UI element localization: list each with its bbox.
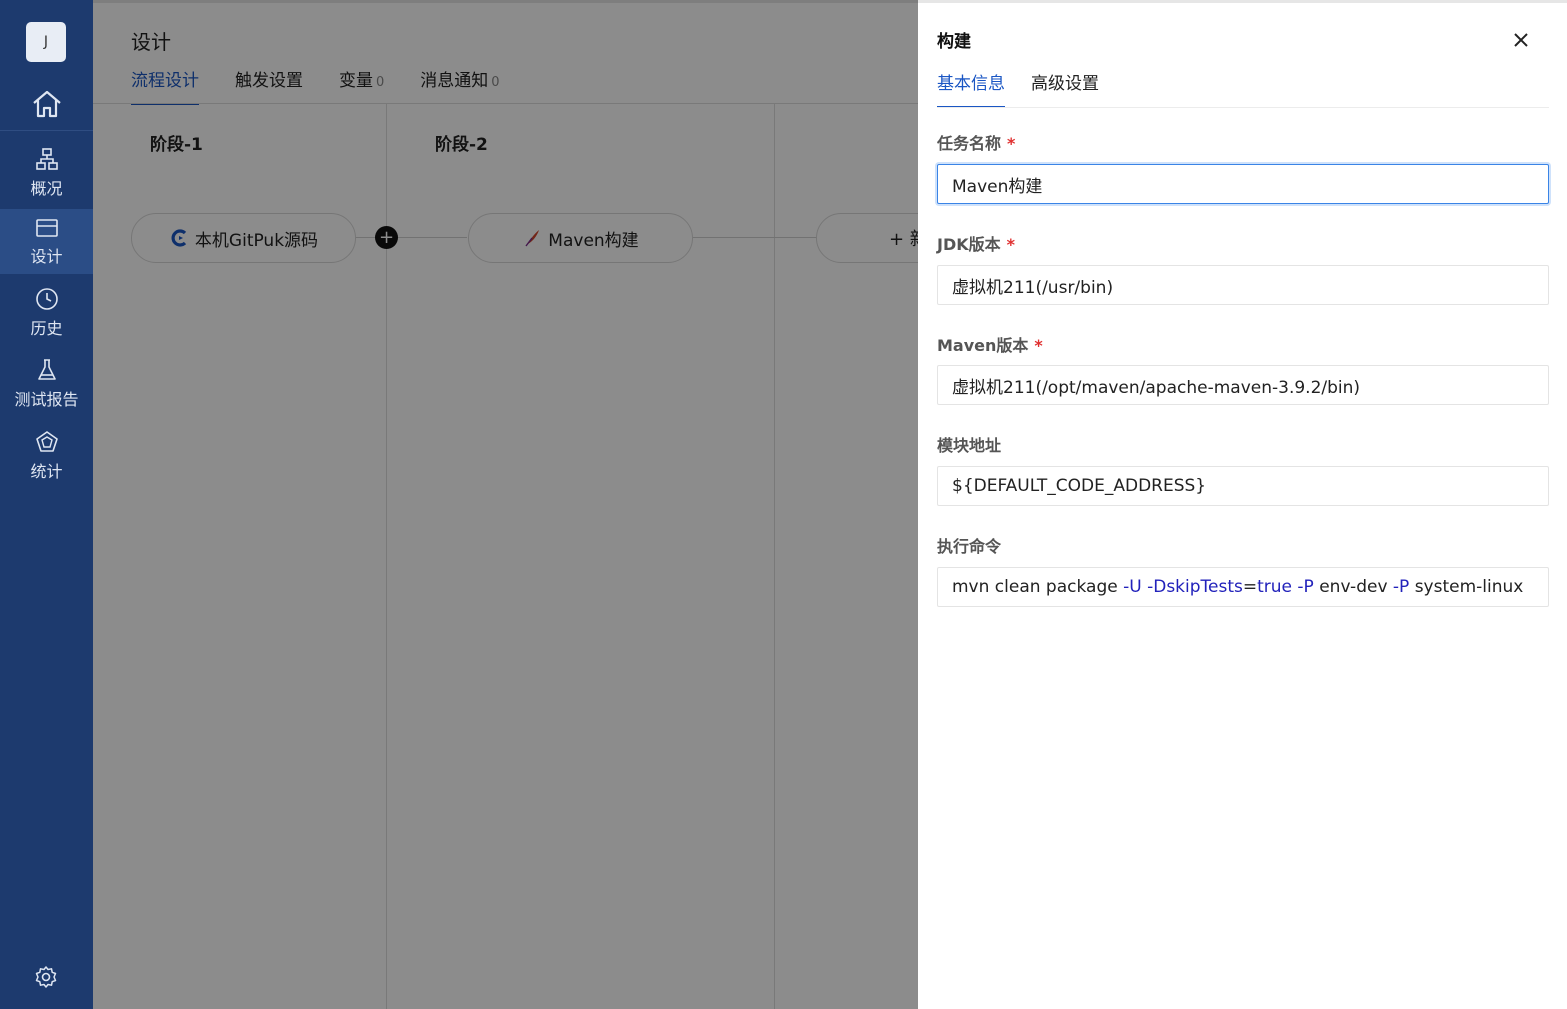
jdk-version-value: 虚拟机211(/usr/bin) xyxy=(952,277,1114,298)
command-text-token: = xyxy=(1242,577,1258,597)
required-mark: * xyxy=(1007,134,1016,153)
clock-icon xyxy=(35,287,58,310)
sidebar-item-history[interactable]: 历史 xyxy=(0,280,93,345)
task-name-label: 任务名称 * xyxy=(937,130,1015,154)
sidebar-item-label: 测试报告 xyxy=(14,389,79,409)
jdk-version-label: JDK版本 * xyxy=(937,231,1015,255)
sidebar-item-label: 历史 xyxy=(30,318,63,338)
pentagon-chart-icon xyxy=(35,430,58,452)
close-button[interactable] xyxy=(1510,29,1532,51)
drawer-tab-divider xyxy=(937,107,1549,108)
sidebar: J 概况 设计 历史 测试报告 统计 xyxy=(0,0,93,1009)
field-label-text: Maven版本 xyxy=(937,336,1029,355)
sidebar-item-label: 概况 xyxy=(30,178,63,198)
sidebar-item-test-report[interactable]: 测试报告 xyxy=(0,351,93,416)
sidebar-item-label: 设计 xyxy=(30,246,63,266)
home-icon xyxy=(32,90,61,118)
sidebar-item-statistics[interactable]: 统计 xyxy=(0,423,93,488)
command-text-token: env-dev xyxy=(1313,577,1393,597)
tab-basic-info[interactable]: 基本信息 xyxy=(937,69,1005,108)
modal-overlay[interactable] xyxy=(93,0,918,1009)
field-label-text: 任务名称 xyxy=(937,134,1002,153)
command-label: 执行命令 xyxy=(937,533,1001,557)
command-editor[interactable]: mvn clean package -U -DskipTests = true -P… xyxy=(937,567,1549,607)
home-button[interactable] xyxy=(0,78,93,131)
field-label-text: JDK版本 xyxy=(937,235,1001,254)
field-label-text: 执行命令 xyxy=(937,537,1002,556)
command-flag-token: -U -DskipTests xyxy=(1123,577,1243,597)
sidebar-item-overview[interactable]: 概况 xyxy=(0,140,93,205)
drawer-title: 构建 xyxy=(937,32,971,52)
jdk-version-select[interactable]: 虚拟机211(/usr/bin) xyxy=(937,265,1549,305)
drawer-tabs: 基本信息 高级设置 xyxy=(937,69,1125,108)
command-text-token: system-linux xyxy=(1409,577,1524,597)
close-icon xyxy=(1514,33,1528,47)
sidebar-item-label: 统计 xyxy=(30,461,63,481)
module-address-label: 模块地址 xyxy=(937,432,1001,456)
avatar[interactable]: J xyxy=(26,22,66,62)
maven-version-label: Maven版本 * xyxy=(937,332,1043,356)
required-mark: * xyxy=(1034,336,1043,355)
task-name-input[interactable]: Maven构建 xyxy=(937,164,1549,204)
field-label-text: 模块地址 xyxy=(937,436,1002,455)
org-chart-icon xyxy=(35,147,58,170)
maven-version-value: 虚拟机211(/opt/maven/apache-maven-3.9.2/bin… xyxy=(952,377,1361,398)
command-flag-token: true -P xyxy=(1257,577,1314,597)
sidebar-item-design[interactable]: 设计 xyxy=(0,209,93,274)
maven-version-select[interactable]: 虚拟机211(/opt/maven/apache-maven-3.9.2/bin… xyxy=(937,365,1549,405)
gear-icon xyxy=(35,966,57,988)
command-text-token: mvn clean package xyxy=(952,577,1124,597)
module-address-value: ${DEFAULT_CODE_ADDRESS} xyxy=(952,476,1207,496)
flask-icon xyxy=(37,358,56,380)
settings-button[interactable] xyxy=(33,964,59,990)
command-flag-token: -P xyxy=(1392,577,1410,597)
card-icon xyxy=(35,218,58,237)
tab-advanced-settings[interactable]: 高级设置 xyxy=(1031,69,1099,108)
task-name-value: Maven构建 xyxy=(952,176,1043,197)
task-config-drawer: 构建 基本信息 高级设置 任务名称 * Maven构建 JDK版本 * 虚拟机211… xyxy=(918,0,1567,1009)
required-mark: * xyxy=(1006,235,1016,254)
module-address-input[interactable]: ${DEFAULT_CODE_ADDRESS} xyxy=(937,466,1549,506)
